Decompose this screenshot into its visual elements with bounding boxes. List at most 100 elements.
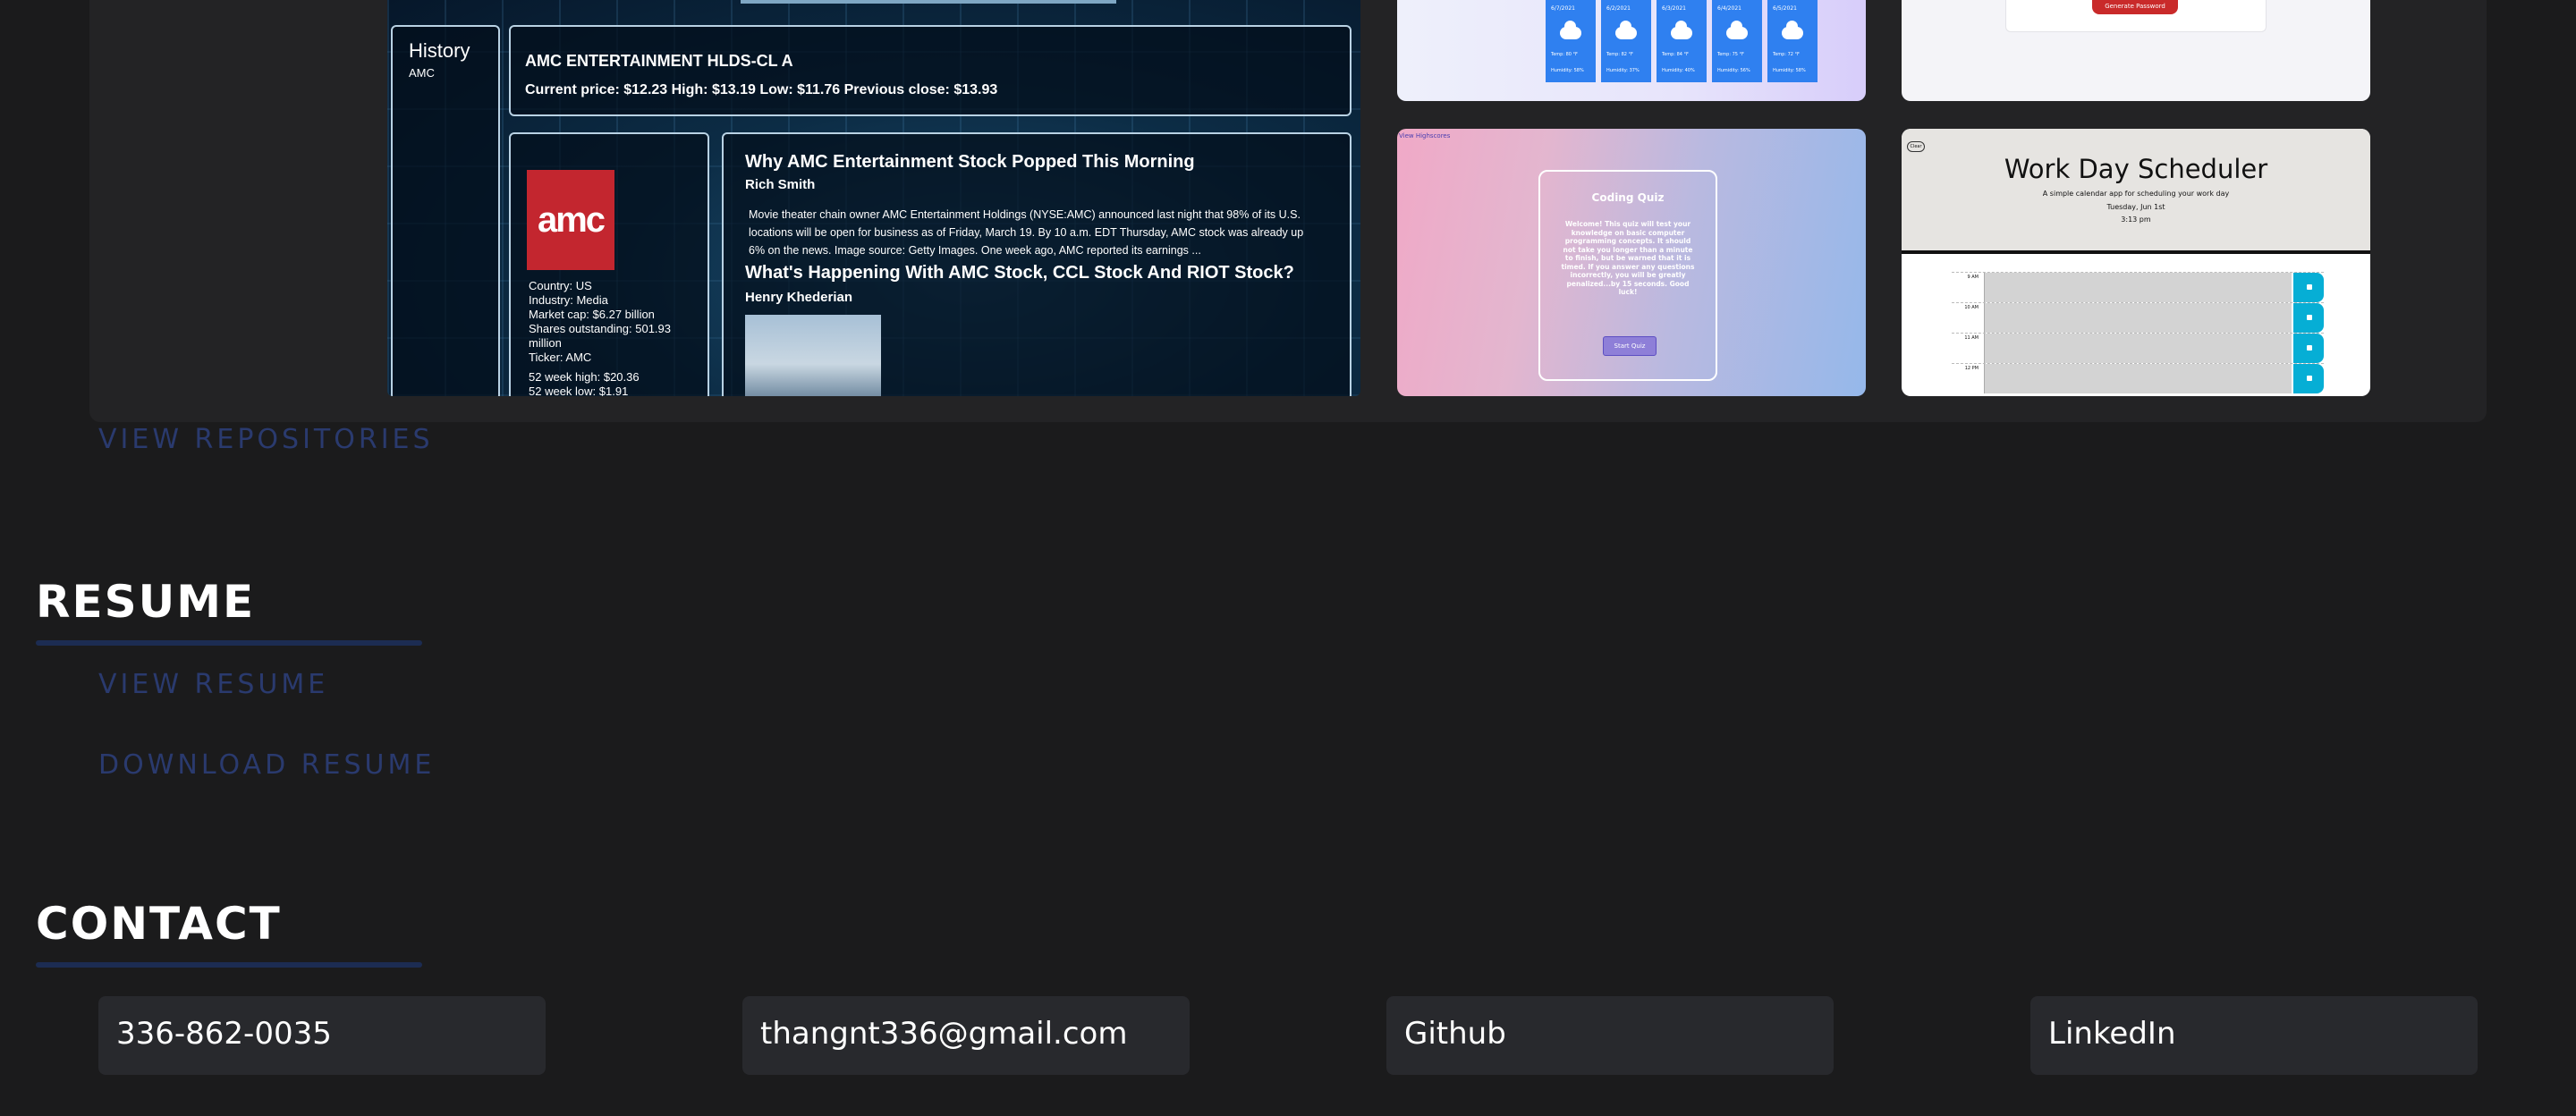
hour-label: 9 AM	[1967, 275, 1979, 280]
time-block: 10 AM	[1952, 302, 2324, 333]
project-card-stock-dashboard[interactable]: History AMC AMC ENTERTAINMENT HLDS-CL A …	[387, 0, 1360, 396]
contact-github-card[interactable]: Github	[1386, 996, 1834, 1075]
time-block: 11 AM	[1952, 333, 2324, 363]
contact-heading: CONTACT	[36, 898, 282, 950]
news-panel: Why AMC Entertainment Stock Popped This …	[722, 132, 1352, 396]
week-low: 52 week low: $1.91	[529, 385, 629, 396]
forecast-date: 6/5/2021	[1773, 5, 1797, 12]
contact-divider	[36, 962, 422, 968]
generate-password-button[interactable]: Generate Password	[2092, 0, 2178, 14]
cloud-icon	[1782, 21, 1803, 39]
forecast-temp: Temp: 84 °F	[1662, 52, 1689, 57]
scheduler-time: 3:13 pm	[2121, 216, 2151, 224]
quiz-intro: Welcome! This quiz will test your knowle…	[1561, 220, 1695, 296]
scheduler-header: Clear Work Day Scheduler A simple calend…	[1902, 129, 2370, 254]
github-link: Github	[1404, 1016, 1506, 1052]
forecast-humidity: Humidity: 58%	[1551, 68, 1584, 73]
quiz-title: Coding Quiz	[1591, 191, 1665, 204]
cloud-icon	[1671, 21, 1692, 39]
company-info-panel: amc Country: US Industry: Media Market c…	[509, 132, 709, 396]
news-headline[interactable]: What's Happening With AMC Stock, CCL Sto…	[745, 263, 1294, 283]
quiz-card: Coding Quiz Welcome! This quiz will test…	[1538, 170, 1717, 381]
save-icon[interactable]	[2293, 364, 2324, 393]
project-card-weather-dashboard[interactable]: 6/7/2021 Temp: 80 °F Humidity: 58% 6/2/2…	[1397, 0, 1866, 101]
resume-heading: RESUME	[36, 576, 256, 628]
project-card-password-generator[interactable]: Generate Password	[1902, 0, 2370, 101]
forecast-card: 6/5/2021 Temp: 72 °F Humidity: 58%	[1767, 0, 1818, 82]
save-icon[interactable]	[2293, 273, 2324, 302]
linkedin-link: LinkedIn	[2048, 1016, 2176, 1052]
contact-phone-card[interactable]: 336-862-0035	[98, 996, 546, 1075]
news-author: Henry Khederian	[745, 290, 853, 305]
forecast-date: 6/7/2021	[1551, 5, 1575, 12]
event-textarea[interactable]	[1984, 303, 2292, 333]
resume-divider	[36, 640, 422, 646]
save-icon[interactable]	[2293, 334, 2324, 363]
history-title: History	[409, 39, 470, 62]
view-highscores-link[interactable]: View Highscores	[1399, 132, 1450, 140]
forecast-temp: Temp: 72 °F	[1773, 52, 1800, 57]
forecast-date: 6/4/2021	[1717, 5, 1741, 12]
hour-label: 12 PM	[1964, 366, 1979, 371]
contact-email-card[interactable]: thangnt336@gmail.com	[742, 996, 1190, 1075]
save-icon[interactable]	[2293, 303, 2324, 333]
projects-gallery: History AMC AMC ENTERTAINMENT HLDS-CL A …	[89, 0, 2487, 422]
forecast-card: 6/4/2021 Temp: 75 °F Humidity: 56%	[1712, 0, 1762, 82]
scheduler-subtitle: A simple calendar app for scheduling you…	[2042, 190, 2230, 198]
company-name: AMC ENTERTAINMENT HLDS-CL A	[525, 52, 793, 70]
email-address: thangnt336@gmail.com	[760, 1016, 1128, 1052]
forecast-card: 6/3/2021 Temp: 84 °F Humidity: 40%	[1657, 0, 1707, 82]
hour-label: 11 AM	[1964, 335, 1979, 341]
shares-outstanding: Shares outstanding: 501.93 million	[529, 322, 672, 350]
news-image	[745, 315, 881, 396]
news-summary: Movie theater chain owner AMC Entertainm…	[749, 208, 1304, 257]
ticker: Ticker: AMC	[529, 351, 592, 364]
password-card: Generate Password	[2005, 0, 2267, 32]
clear-button[interactable]: Clear	[1907, 141, 1925, 152]
event-textarea[interactable]	[1984, 273, 2292, 302]
news-author: Rich Smith	[745, 177, 816, 192]
market-cap: Market cap: $6.27 billion	[529, 308, 655, 321]
start-quiz-button[interactable]: Start Quiz	[1603, 336, 1657, 356]
forecast-humidity: Humidity: 56%	[1717, 68, 1750, 73]
amc-logo: amc	[527, 170, 614, 270]
country: Country: US	[529, 279, 592, 292]
amc-logo-text: amc	[537, 200, 606, 240]
time-block: 9 AM	[1952, 272, 2324, 302]
forecast-temp: Temp: 80 °F	[1551, 52, 1578, 57]
event-textarea[interactable]	[1984, 364, 2292, 393]
forecast-card: 6/7/2021 Temp: 80 °F Humidity: 58%	[1546, 0, 1596, 82]
search-bar-edge	[741, 0, 1116, 4]
hour-label: 10 AM	[1964, 305, 1979, 310]
download-resume-link[interactable]: DOWNLOAD RESUME	[98, 749, 435, 781]
company-meta: Country: US Industry: Media Market cap: …	[529, 279, 699, 396]
cloud-icon	[1560, 21, 1581, 39]
view-resume-link[interactable]: VIEW RESUME	[98, 669, 328, 700]
project-card-work-day-scheduler[interactable]: Clear Work Day Scheduler A simple calend…	[1902, 129, 2370, 396]
history-panel: History AMC	[391, 25, 500, 396]
cloud-icon	[1615, 21, 1637, 39]
scheduler-title: Work Day Scheduler	[2004, 154, 2268, 184]
week-high: 52 week high: $20.36	[529, 370, 640, 384]
news-headline[interactable]: Why AMC Entertainment Stock Popped This …	[745, 152, 1195, 173]
contact-linkedin-card[interactable]: LinkedIn	[2030, 996, 2478, 1075]
view-repositories-link[interactable]: VIEW REPOSITORIES	[98, 424, 434, 455]
forecast-humidity: Humidity: 58%	[1773, 68, 1806, 73]
project-card-coding-quiz[interactable]: View Highscores Coding Quiz Welcome! Thi…	[1397, 129, 1866, 396]
forecast-temp: Temp: 75 °F	[1717, 52, 1744, 57]
quote-panel: AMC ENTERTAINMENT HLDS-CL A Current pric…	[509, 25, 1352, 116]
forecast-date: 6/3/2021	[1662, 5, 1686, 12]
scheduler-date: Tuesday, Jun 1st	[2106, 203, 2165, 211]
forecast-humidity: Humidity: 40%	[1662, 68, 1695, 73]
forecast-card: 6/2/2021 Temp: 82 °F Humidity: 37%	[1601, 0, 1651, 82]
forecast-date: 6/2/2021	[1606, 5, 1631, 12]
price-line: Current price: $12.23 High: $13.19 Low: …	[525, 82, 998, 97]
phone-number: 336-862-0035	[116, 1016, 332, 1052]
history-item: AMC	[409, 66, 435, 80]
time-block: 12 PM	[1952, 363, 2324, 393]
forecast-temp: Temp: 82 °F	[1606, 52, 1633, 57]
forecast-humidity: Humidity: 37%	[1606, 68, 1640, 73]
cloud-icon	[1726, 21, 1748, 39]
event-textarea[interactable]	[1984, 334, 2292, 363]
industry: Industry: Media	[529, 293, 608, 307]
